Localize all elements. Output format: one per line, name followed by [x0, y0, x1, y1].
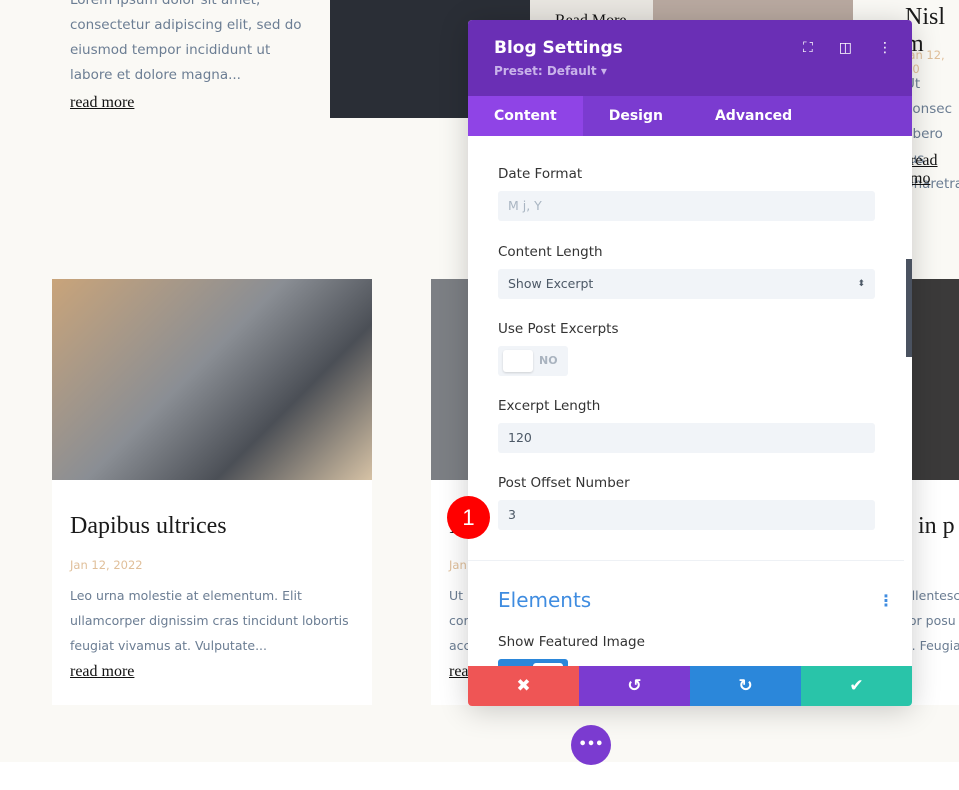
date-format-label: Date Format [498, 166, 583, 182]
read-more-link[interactable]: read more [70, 94, 134, 112]
more-options-button[interactable]: ••• [571, 725, 611, 765]
tab-advanced[interactable]: Advanced [689, 96, 818, 136]
section-divider [468, 560, 904, 561]
select-arrows-icon: ⬍ [857, 279, 865, 289]
post-card: Dapibus ultrices Jan 12, 2022 Leo urna m… [52, 279, 372, 705]
post-image [52, 279, 372, 480]
toggle-knob [503, 350, 533, 372]
post-offset-input[interactable]: 3 [498, 500, 875, 530]
read-more-link[interactable]: read more [70, 663, 134, 681]
save-button[interactable]: ✔ [801, 666, 912, 706]
redo-button[interactable]: ↻ [690, 666, 801, 706]
post-offset-label: Post Offset Number [498, 475, 630, 491]
excerpt-line: ellentesc [904, 588, 959, 603]
tab-content[interactable]: Content [468, 96, 583, 136]
excerpt-line: Leo urna molestie at elementum. Elit [70, 588, 302, 603]
post-date: Jan 12, 2022 [70, 558, 143, 572]
read-more-link[interactable]: rea [449, 663, 469, 681]
fullscreen-icon[interactable]: ⛶ [803, 40, 813, 56]
use-post-excerpts-toggle[interactable]: NO [498, 346, 568, 376]
excerpt-line: labore et dolore magna... [70, 67, 241, 83]
content-length-label: Content Length [498, 244, 603, 260]
read-more-link[interactable]: read mo [910, 152, 959, 188]
blog-settings-panel: Blog Settings Preset: Default ▾ ⛶ ◫ ⋮ Co… [468, 20, 912, 706]
excerpt-line: a. Feugia [904, 638, 959, 653]
content-length-select[interactable]: Show Excerpt ⬍ [498, 269, 875, 299]
date-format-input[interactable]: M j, Y [498, 191, 875, 221]
excerpt-line: Lorem ipsum dolor sit amet, [70, 0, 261, 8]
show-featured-image-toggle[interactable] [498, 659, 568, 666]
excerpt-line: tor posu [904, 613, 956, 628]
excerpt-line: ullamcorper dignissim cras tincidunt lob… [70, 613, 349, 628]
panel-tabs: Content Design Advanced [468, 96, 912, 136]
show-featured-image-label: Show Featured Image [498, 634, 645, 650]
section-more-icon[interactable]: ⋮ [878, 591, 894, 610]
use-post-excerpts-label: Use Post Excerpts [498, 321, 619, 337]
excerpt-length-input[interactable]: 120 [498, 423, 875, 453]
panel-header: Blog Settings Preset: Default ▾ ⛶ ◫ ⋮ [468, 20, 912, 96]
step-marker: 1 [447, 496, 490, 539]
cancel-button[interactable]: ✖ [468, 666, 579, 706]
preset-dropdown[interactable]: Preset: Default ▾ [494, 64, 886, 78]
panel-footer: ✖ ↺ ↻ ✔ [468, 666, 912, 706]
scrollbar[interactable] [906, 259, 912, 357]
excerpt-length-label: Excerpt Length [498, 398, 601, 414]
excerpt-line: consectetur adipiscing elit, sed do [70, 17, 302, 33]
sidebar-layout-icon[interactable]: ◫ [839, 40, 852, 56]
elements-section-title[interactable]: Elements [498, 588, 591, 612]
toggle-state: NO [539, 354, 558, 367]
post-title[interactable]: Dapibus ultrices [70, 513, 227, 540]
excerpt-line: Ut consec [905, 76, 952, 117]
tab-design[interactable]: Design [583, 96, 689, 136]
post-excerpt: Lorem ipsum dolor sit amet, consectetur … [70, 0, 302, 88]
more-vertical-icon[interactable]: ⋮ [878, 40, 892, 56]
post-date: Jan [449, 558, 467, 572]
excerpt-line: feugiat vivamus at. Vulputate... [70, 638, 268, 653]
excerpt-line: eiusmod tempor incididunt ut [70, 42, 271, 58]
undo-button[interactable]: ↺ [579, 666, 690, 706]
select-value: Show Excerpt [508, 276, 594, 291]
panel-body: Date Format M j, Y Content Length Show E… [468, 136, 912, 666]
